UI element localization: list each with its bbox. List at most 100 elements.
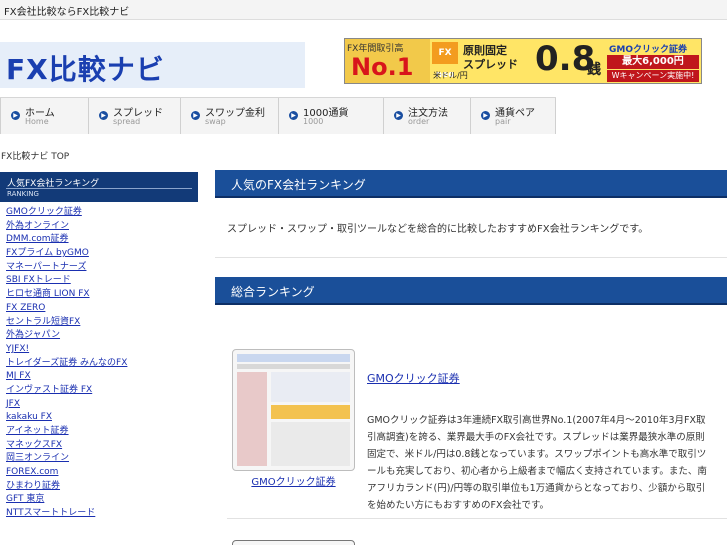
- list-item: DMM.com証券: [6, 233, 127, 247]
- sidebar-link[interactable]: セントラル短資FX: [6, 317, 80, 327]
- sidebar-link[interactable]: NTTスマートトレード: [6, 508, 95, 518]
- sidebar-link[interactable]: マネーパートナーズ: [6, 262, 86, 272]
- banner-unit: 銭: [587, 62, 601, 78]
- nav-sublabel: order: [408, 117, 430, 126]
- nav-sublabel: 1000: [303, 117, 324, 126]
- arrow-circle-icon: ▶: [481, 111, 490, 120]
- list-item: セントラル短資FX: [6, 316, 127, 330]
- nav-sublabel: pair: [495, 117, 511, 126]
- banner-brand: GMOクリック証券: [609, 45, 687, 55]
- logo-text: FX比較ナビ: [6, 53, 165, 86]
- company-thumbnail[interactable]: [232, 349, 355, 471]
- sidebar-link[interactable]: DMM.com証券: [6, 234, 69, 244]
- sidebar-link[interactable]: トレイダーズ証券 みんなのFX: [6, 358, 127, 368]
- section-heading-overall: 総合ランキング: [215, 277, 727, 305]
- thumb-content-block: [271, 422, 350, 466]
- banner-campaign: Wキャンペーン実施中!: [607, 70, 699, 82]
- thumb-banner-block: [271, 405, 350, 419]
- thumbnail-caption-link[interactable]: GMOクリック証券: [251, 477, 335, 488]
- divider: [6, 188, 192, 189]
- sidebar-link[interactable]: 外為ジャパン: [6, 330, 60, 340]
- list-item: NTTスマートトレード: [6, 507, 127, 521]
- list-item: アイネット証券: [6, 425, 127, 439]
- sidebar-link[interactable]: FX ZERO: [6, 303, 45, 313]
- sidebar-link[interactable]: FXプライム byGMO: [6, 248, 89, 258]
- sidebar-link[interactable]: YJFX!: [6, 344, 29, 354]
- arrow-circle-icon: ▶: [394, 111, 403, 120]
- divider: [227, 518, 727, 519]
- top-bar: FX会社比較ならFX比較ナビ: [0, 0, 727, 20]
- arrow-circle-icon: ▶: [289, 111, 298, 120]
- banner-line2: スプレッド: [463, 58, 518, 71]
- intro-text: スプレッド・スワップ・取引ツールなどを総合的に比較したおすすめFX会社ランキング…: [227, 224, 649, 235]
- banner-fx-badge: FX neo: [432, 42, 458, 80]
- list-item: FX ZERO: [6, 302, 127, 316]
- sidebar-link[interactable]: アイネット証券: [6, 426, 69, 436]
- list-item: FXプライム byGMO: [6, 247, 127, 261]
- sidebar-link[interactable]: GFT 東京: [6, 494, 44, 504]
- sidebar-link[interactable]: 岡三オンライン: [6, 453, 69, 463]
- arrow-circle-icon: ▶: [191, 111, 200, 120]
- sidebar-link[interactable]: SBI FXトレード: [6, 275, 71, 285]
- main-nav: ▶ ホーム Home ▶ スプレッド spread ▶ スワップ金利 swap …: [0, 97, 556, 134]
- sidebar-link[interactable]: GMOクリック証券: [6, 207, 82, 217]
- list-item: ヒロセ通商 LION FX: [6, 288, 127, 302]
- list-item: SBI FXトレード: [6, 274, 127, 288]
- list-item: インヴァスト証券 FX: [6, 384, 127, 398]
- sidebar-link[interactable]: MJ FX: [6, 371, 31, 381]
- sidebar-link[interactable]: FOREX.com: [6, 467, 58, 477]
- nav-item-spread[interactable]: ▶ スプレッド spread: [88, 98, 180, 134]
- sidebar-link[interactable]: JFX: [6, 399, 20, 409]
- thumbnail-caption: GMOクリック証券: [232, 473, 355, 488]
- list-item: kakaku FX: [6, 411, 127, 425]
- nav-item-home[interactable]: ▶ ホーム Home: [0, 98, 88, 134]
- next-company-thumbnail[interactable]: [232, 540, 355, 545]
- company-title: GMOクリック証券: [367, 370, 460, 386]
- company-title-link[interactable]: GMOクリック証券: [367, 372, 460, 385]
- section-heading-ranking: 人気のFX会社ランキング: [215, 170, 727, 198]
- nav-item-1000[interactable]: ▶ 1000通貨 1000: [278, 98, 383, 134]
- thumb-nav-block: [237, 364, 350, 369]
- nav-item-pair[interactable]: ▶ 通貨ペア pair: [470, 98, 556, 134]
- banner-rank-value: No.1: [351, 53, 414, 81]
- list-item: GMOクリック証券: [6, 206, 127, 220]
- banner-max-offer: 最大6,000円: [607, 55, 699, 69]
- sidebar-ranking-heading: 人気FX会社ランキング RANKING: [0, 172, 198, 202]
- list-item: 岡三オンライン: [6, 452, 127, 466]
- list-item: 外為オンライン: [6, 220, 127, 234]
- thumb-header-block: [237, 354, 350, 362]
- list-item: マネーパートナーズ: [6, 261, 127, 275]
- list-item: YJFX!: [6, 343, 127, 357]
- sidebar-link[interactable]: ひまわり証券: [6, 481, 60, 491]
- sidebar-ranking-list: GMOクリック証券 外為オンライン DMM.com証券 FXプライム byGMO…: [6, 206, 127, 521]
- section-title: 総合ランキング: [231, 285, 315, 299]
- nav-sublabel: swap: [205, 117, 226, 126]
- ad-banner[interactable]: FX年間取引高 No.1 FX neo 原則固定 スプレッド 米ドル/円 0.8…: [344, 38, 702, 84]
- thumb-main-block: [271, 372, 350, 402]
- sidebar-link[interactable]: 外為オンライン: [6, 221, 69, 231]
- thumb-side-block: [237, 372, 267, 466]
- arrow-circle-icon: ▶: [11, 111, 20, 120]
- banner-line3: 米ドル/円: [433, 71, 468, 80]
- arrow-circle-icon: ▶: [99, 111, 108, 120]
- nav-sublabel: Home: [25, 117, 49, 126]
- list-item: ひまわり証券: [6, 480, 127, 494]
- list-item: トレイダーズ証券 みんなのFX: [6, 357, 127, 371]
- list-item: 外為ジャパン: [6, 329, 127, 343]
- site-logo[interactable]: FX比較ナビ: [0, 42, 305, 88]
- breadcrumb[interactable]: FX比較ナビ TOP: [1, 149, 69, 162]
- sidebar-link[interactable]: マネックスFX: [6, 440, 62, 450]
- list-item: マネックスFX: [6, 439, 127, 453]
- nav-item-order[interactable]: ▶ 注文方法 order: [383, 98, 470, 134]
- list-item: MJ FX: [6, 370, 127, 384]
- divider: [215, 257, 727, 258]
- nav-item-swap[interactable]: ▶ スワップ金利 swap: [180, 98, 278, 134]
- top-bar-text: FX会社比較ならFX比較ナビ: [4, 7, 130, 18]
- sidebar-link[interactable]: kakaku FX: [6, 412, 52, 422]
- list-item: FOREX.com: [6, 466, 127, 480]
- company-description: GMOクリック証券は3年連続FX取引高世界No.1(2007年4月〜2010年3…: [367, 415, 707, 511]
- list-item: JFX: [6, 398, 127, 412]
- sidebar-link[interactable]: インヴァスト証券 FX: [6, 385, 92, 395]
- sidebar-link[interactable]: ヒロセ通商 LION FX: [6, 289, 90, 299]
- section-title: 人気のFX会社ランキング: [231, 178, 366, 192]
